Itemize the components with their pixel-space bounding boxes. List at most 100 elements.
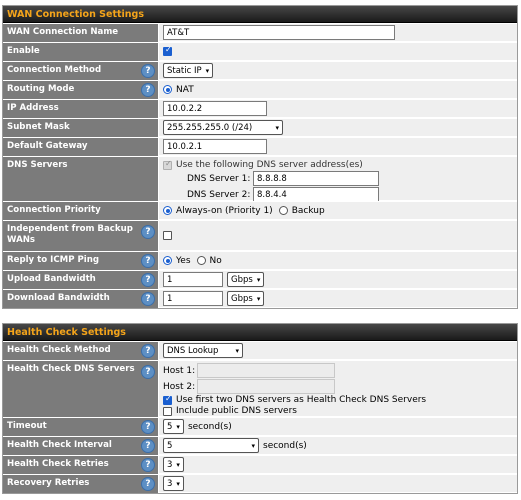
help-icon[interactable]: ? <box>141 458 155 472</box>
wan-settings-panel: WAN Connection Settings WAN Connection N… <box>2 5 518 309</box>
row-default-gateway: Default Gateway <box>3 137 517 156</box>
chevron-down-icon: ▾ <box>256 294 261 303</box>
health-interval-unit: second(s) <box>263 440 307 451</box>
row-health-method: Health Check Method? DNS Lookup ▾ <box>3 341 517 360</box>
help-icon[interactable]: ? <box>141 292 155 306</box>
host-1-input[interactable] <box>197 363 335 378</box>
row-independent-backup: Independent from Backup WANs? <box>3 220 517 251</box>
row-health-dns: Health Check DNS Servers? Host 1: Host 2… <box>3 360 517 417</box>
include-public-dns-text: Include public DNS servers <box>176 406 297 416</box>
dns-server-1-input[interactable] <box>253 171 379 186</box>
wan-settings-header: WAN Connection Settings <box>3 6 517 23</box>
chevron-down-icon: ▾ <box>205 66 210 75</box>
chevron-down-icon: ▾ <box>275 123 279 132</box>
use-first-dns-text: Use first two DNS servers as Health Chec… <box>176 395 427 405</box>
help-icon[interactable]: ? <box>141 64 155 78</box>
row-icmp-ping: Reply to ICMP Ping? Yes No <box>3 251 517 270</box>
help-icon[interactable]: ? <box>141 420 155 434</box>
download-unit-select[interactable]: Gbps ▾ <box>227 291 265 306</box>
health-dns-label: Health Check DNS Servers <box>7 364 135 374</box>
row-wan-name: WAN Connection Name <box>3 23 517 42</box>
chevron-down-icon: ▾ <box>176 479 180 488</box>
row-connection-method: Connection Method? Static IP ▾ <box>3 61 517 80</box>
health-check-header: Health Check Settings <box>3 324 517 341</box>
health-method-label: Health Check Method <box>7 345 111 355</box>
row-connection-priority: Connection Priority Always-on (Priority … <box>3 201 517 220</box>
routing-mode-label: Routing Mode <box>7 84 75 94</box>
timeout-label: Timeout <box>7 421 47 431</box>
row-upload-bandwidth: Upload Bandwidth? Gbps▾ <box>3 270 517 289</box>
health-method-select[interactable]: DNS Lookup ▾ <box>163 343 243 358</box>
default-gateway-input[interactable] <box>163 139 267 154</box>
recovery-retries-select[interactable]: 3 ▾ <box>163 476 184 491</box>
help-icon[interactable]: ? <box>141 477 155 491</box>
download-bandwidth-input[interactable] <box>163 291 223 306</box>
independent-backup-checkbox[interactable] <box>163 231 172 240</box>
row-ip-address: IP Address <box>3 99 517 118</box>
enable-label: Enable <box>3 43 159 61</box>
connection-priority-label: Connection Priority <box>3 202 159 220</box>
help-icon[interactable]: ? <box>141 83 155 97</box>
recovery-retries-label: Recovery Retries <box>7 478 90 488</box>
dns-servers-label: DNS Servers <box>3 157 159 201</box>
icmp-no-radio[interactable]: No <box>196 256 222 266</box>
health-interval-label: Health Check Interval <box>7 440 112 450</box>
independent-backup-label: Independent from Backup WANs <box>7 224 133 245</box>
host-2-label: Host 2: <box>163 381 196 392</box>
help-icon[interactable]: ? <box>141 273 155 287</box>
upload-unit-select[interactable]: Gbps ▾ <box>227 272 265 287</box>
routing-nat-radio[interactable]: NAT <box>163 85 194 95</box>
health-interval-select[interactable]: 5 ▾ <box>163 438 259 453</box>
timeout-select[interactable]: 5 ▾ <box>163 419 184 434</box>
ip-address-label: IP Address <box>3 100 159 118</box>
upload-bandwidth-label: Upload Bandwidth <box>7 274 96 284</box>
download-bandwidth-label: Download Bandwidth <box>7 293 110 303</box>
priority-always-on-radio[interactable]: Always-on (Priority 1) <box>163 206 273 216</box>
help-icon[interactable]: ? <box>141 225 155 239</box>
wan-name-label: WAN Connection Name <box>3 24 159 42</box>
row-timeout: Timeout? 5 ▾ second(s) <box>3 417 517 436</box>
help-icon[interactable]: ? <box>141 365 155 379</box>
health-retries-label: Health Check Retries <box>7 459 109 469</box>
dns-server-2-label: DNS Server 2: <box>187 189 251 200</box>
icmp-yes-radio[interactable]: Yes <box>163 256 191 266</box>
host-1-label: Host 1: <box>163 365 196 376</box>
ip-address-input[interactable] <box>163 101 267 116</box>
row-routing-mode: Routing Mode? NAT <box>3 80 517 99</box>
health-check-panel: Health Check Settings Health Check Metho… <box>2 323 518 494</box>
chevron-down-icon: ▾ <box>256 275 261 284</box>
subnet-mask-label: Subnet Mask <box>3 119 159 137</box>
wan-name-input[interactable] <box>163 25 395 40</box>
row-recovery-retries: Recovery Retries? 3 ▾ <box>3 474 517 493</box>
enable-checkbox[interactable] <box>163 45 172 56</box>
use-first-dns-checkbox[interactable] <box>163 394 172 405</box>
health-retries-select[interactable]: 3 ▾ <box>163 457 184 472</box>
upload-bandwidth-input[interactable] <box>163 272 223 287</box>
include-public-dns-checkbox[interactable] <box>163 406 172 416</box>
dns-use-text: Use the following DNS server address(es) <box>176 160 363 170</box>
dns-server-2-input[interactable] <box>253 187 379 202</box>
row-download-bandwidth: Download Bandwidth? Gbps▾ <box>3 289 517 308</box>
row-subnet-mask: Subnet Mask 255.255.255.0 (/24) ▾ <box>3 118 517 137</box>
connection-method-select[interactable]: Static IP ▾ <box>163 63 214 78</box>
row-enable: Enable <box>3 42 517 61</box>
chevron-down-icon: ▾ <box>235 346 239 355</box>
help-icon[interactable]: ? <box>141 439 155 453</box>
default-gateway-label: Default Gateway <box>3 138 159 156</box>
subnet-mask-select[interactable]: 255.255.255.0 (/24) ▾ <box>163 120 283 135</box>
connection-method-label: Connection Method <box>7 65 102 75</box>
priority-backup-radio[interactable]: Backup <box>278 206 325 216</box>
chevron-down-icon: ▾ <box>251 441 255 450</box>
dns-server-1-label: DNS Server 1: <box>187 173 251 184</box>
timeout-unit: second(s) <box>187 421 232 432</box>
row-dns-servers: DNS Servers Use the following DNS server… <box>3 156 517 202</box>
row-health-interval: Health Check Interval? 5 ▾ second(s) <box>3 436 517 455</box>
chevron-down-icon: ▾ <box>176 422 180 431</box>
icmp-ping-label: Reply to ICMP Ping <box>7 255 100 265</box>
row-health-retries: Health Check Retries? 3 ▾ <box>3 455 517 474</box>
dns-use-checkbox[interactable] <box>163 159 172 170</box>
host-2-input[interactable] <box>197 379 335 394</box>
help-icon[interactable]: ? <box>141 344 155 358</box>
help-icon[interactable]: ? <box>141 254 155 268</box>
chevron-down-icon: ▾ <box>176 460 180 469</box>
